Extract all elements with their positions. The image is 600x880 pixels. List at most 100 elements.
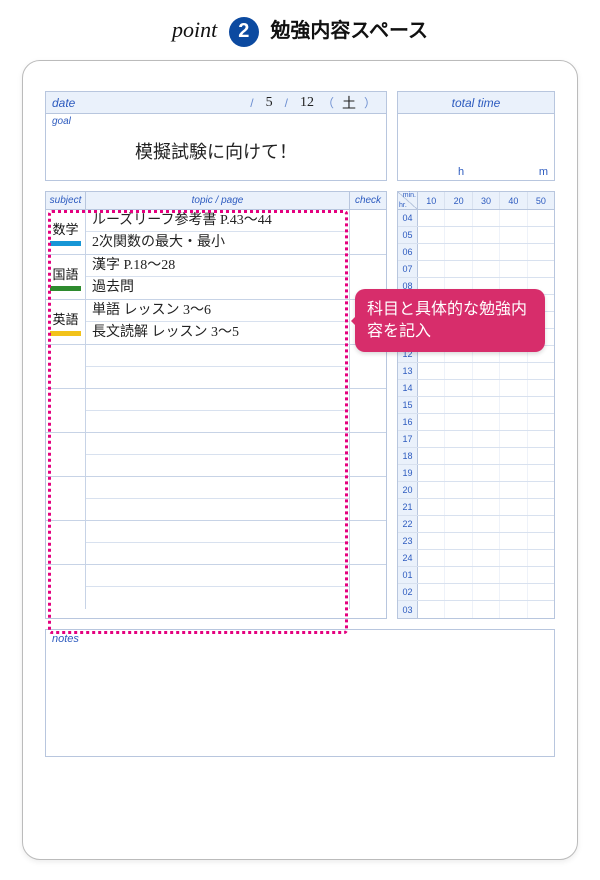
date-label: date — [52, 96, 75, 110]
time-cell — [528, 261, 554, 277]
time-cell — [473, 465, 500, 481]
col-check-label: check — [350, 192, 386, 209]
time-grid-row: 05 — [398, 227, 554, 244]
time-grid-row: 19 — [398, 465, 554, 482]
hour-label: 02 — [398, 584, 418, 600]
time-cell — [418, 533, 445, 549]
topic-line: 長文読解 レッスン 3～5 — [86, 322, 349, 344]
time-cell — [500, 448, 527, 464]
time-cell — [445, 465, 472, 481]
minute-header-cell: 40 — [500, 192, 527, 209]
time-cell — [500, 601, 527, 618]
date-bar: date / 5 / 12 （ 土 ） — [46, 92, 386, 114]
time-cell — [500, 227, 527, 243]
time-cell — [418, 567, 445, 583]
time-grid-row: 24 — [398, 550, 554, 567]
time-cell — [473, 499, 500, 515]
time-cell — [418, 516, 445, 532]
time-grid-row: 07 — [398, 261, 554, 278]
hour-label: 04 — [398, 210, 418, 226]
time-cell — [473, 414, 500, 430]
time-cell — [445, 482, 472, 498]
time-cell — [473, 227, 500, 243]
time-grid-row: 14 — [398, 380, 554, 397]
time-cell — [418, 397, 445, 413]
hour-label: 03 — [398, 601, 418, 618]
time-cell — [418, 584, 445, 600]
time-cell — [445, 397, 472, 413]
time-cell — [528, 567, 554, 583]
time-cell — [528, 482, 554, 498]
goal-text: 模擬試験に向けて！ — [46, 138, 386, 164]
hour-label: 20 — [398, 482, 418, 498]
time-cell — [500, 567, 527, 583]
hour-label: 15 — [398, 397, 418, 413]
minute-header-cell: 30 — [473, 192, 500, 209]
hour-label: 01 — [398, 567, 418, 583]
time-cell — [445, 210, 472, 226]
time-cell — [445, 567, 472, 583]
time-grid-row: 04 — [398, 210, 554, 227]
topic-line: ルーズリーフ参考書 P.43～44 — [86, 210, 349, 232]
corner-min-label: min. — [403, 192, 416, 199]
time-cell — [500, 482, 527, 498]
check-cell — [350, 210, 386, 254]
subject-tag: 国語 — [50, 263, 80, 291]
col-topic-label: topic / page — [86, 192, 350, 209]
time-cell — [445, 550, 472, 566]
col-subject-label: subject — [46, 192, 86, 209]
time-cell — [473, 482, 500, 498]
time-cell — [418, 210, 445, 226]
planner-sheet: date / 5 / 12 （ 土 ） goal 模擬試験に向けて！ total… — [22, 60, 578, 860]
topic-line: 2次関数の最大・最小 — [86, 232, 349, 254]
time-cell — [473, 431, 500, 447]
hour-label: 07 — [398, 261, 418, 277]
time-cell — [473, 261, 500, 277]
date-paren-open: （ — [322, 94, 334, 111]
time-cell — [473, 363, 500, 379]
study-row-blank — [46, 345, 386, 389]
time-cell — [528, 550, 554, 566]
time-cell — [418, 363, 445, 379]
time-cell — [445, 601, 472, 618]
time-grid-row: 17 — [398, 431, 554, 448]
page-heading: point 2 勉強内容スペース — [0, 0, 600, 47]
hour-label: 16 — [398, 414, 418, 430]
time-cell — [473, 210, 500, 226]
total-time-box: total time h m — [397, 91, 555, 181]
date-weekday: 土 — [342, 93, 356, 113]
time-cell — [500, 244, 527, 260]
time-cell — [445, 363, 472, 379]
time-cell — [500, 431, 527, 447]
time-cell — [473, 516, 500, 532]
time-cell — [418, 261, 445, 277]
time-cell — [500, 414, 527, 430]
time-cell — [445, 516, 472, 532]
total-time-label: total time — [398, 92, 554, 114]
study-table: subject topic / page check 数学ルーズリーフ参考書 P… — [45, 191, 387, 619]
time-cell — [500, 261, 527, 277]
topic-line: 漢字 P.18～28 — [86, 255, 349, 277]
callout-bubble: 科目と具体的な勉強内容を記入 — [355, 289, 545, 352]
hour-label: 24 — [398, 550, 418, 566]
study-row: 英語単語 レッスン 3～6長文読解 レッスン 3～5 — [46, 300, 386, 345]
total-m-label: m — [539, 166, 548, 178]
hour-label: 13 — [398, 363, 418, 379]
time-cell — [528, 516, 554, 532]
time-cell — [445, 414, 472, 430]
time-cell — [528, 601, 554, 618]
time-grid: min. hr. 1020304050 04050607080910111213… — [397, 191, 555, 619]
hour-label: 22 — [398, 516, 418, 532]
study-row-blank — [46, 477, 386, 521]
hour-label: 23 — [398, 533, 418, 549]
time-cell — [528, 499, 554, 515]
study-row: 国語漢字 P.18～28過去問 — [46, 255, 386, 300]
time-cell — [528, 380, 554, 396]
time-cell — [418, 431, 445, 447]
time-cell — [500, 533, 527, 549]
study-row-blank — [46, 433, 386, 477]
time-cell — [473, 380, 500, 396]
date-month: 5 — [266, 95, 273, 111]
time-cell — [445, 227, 472, 243]
minute-header-cell: 10 — [418, 192, 445, 209]
